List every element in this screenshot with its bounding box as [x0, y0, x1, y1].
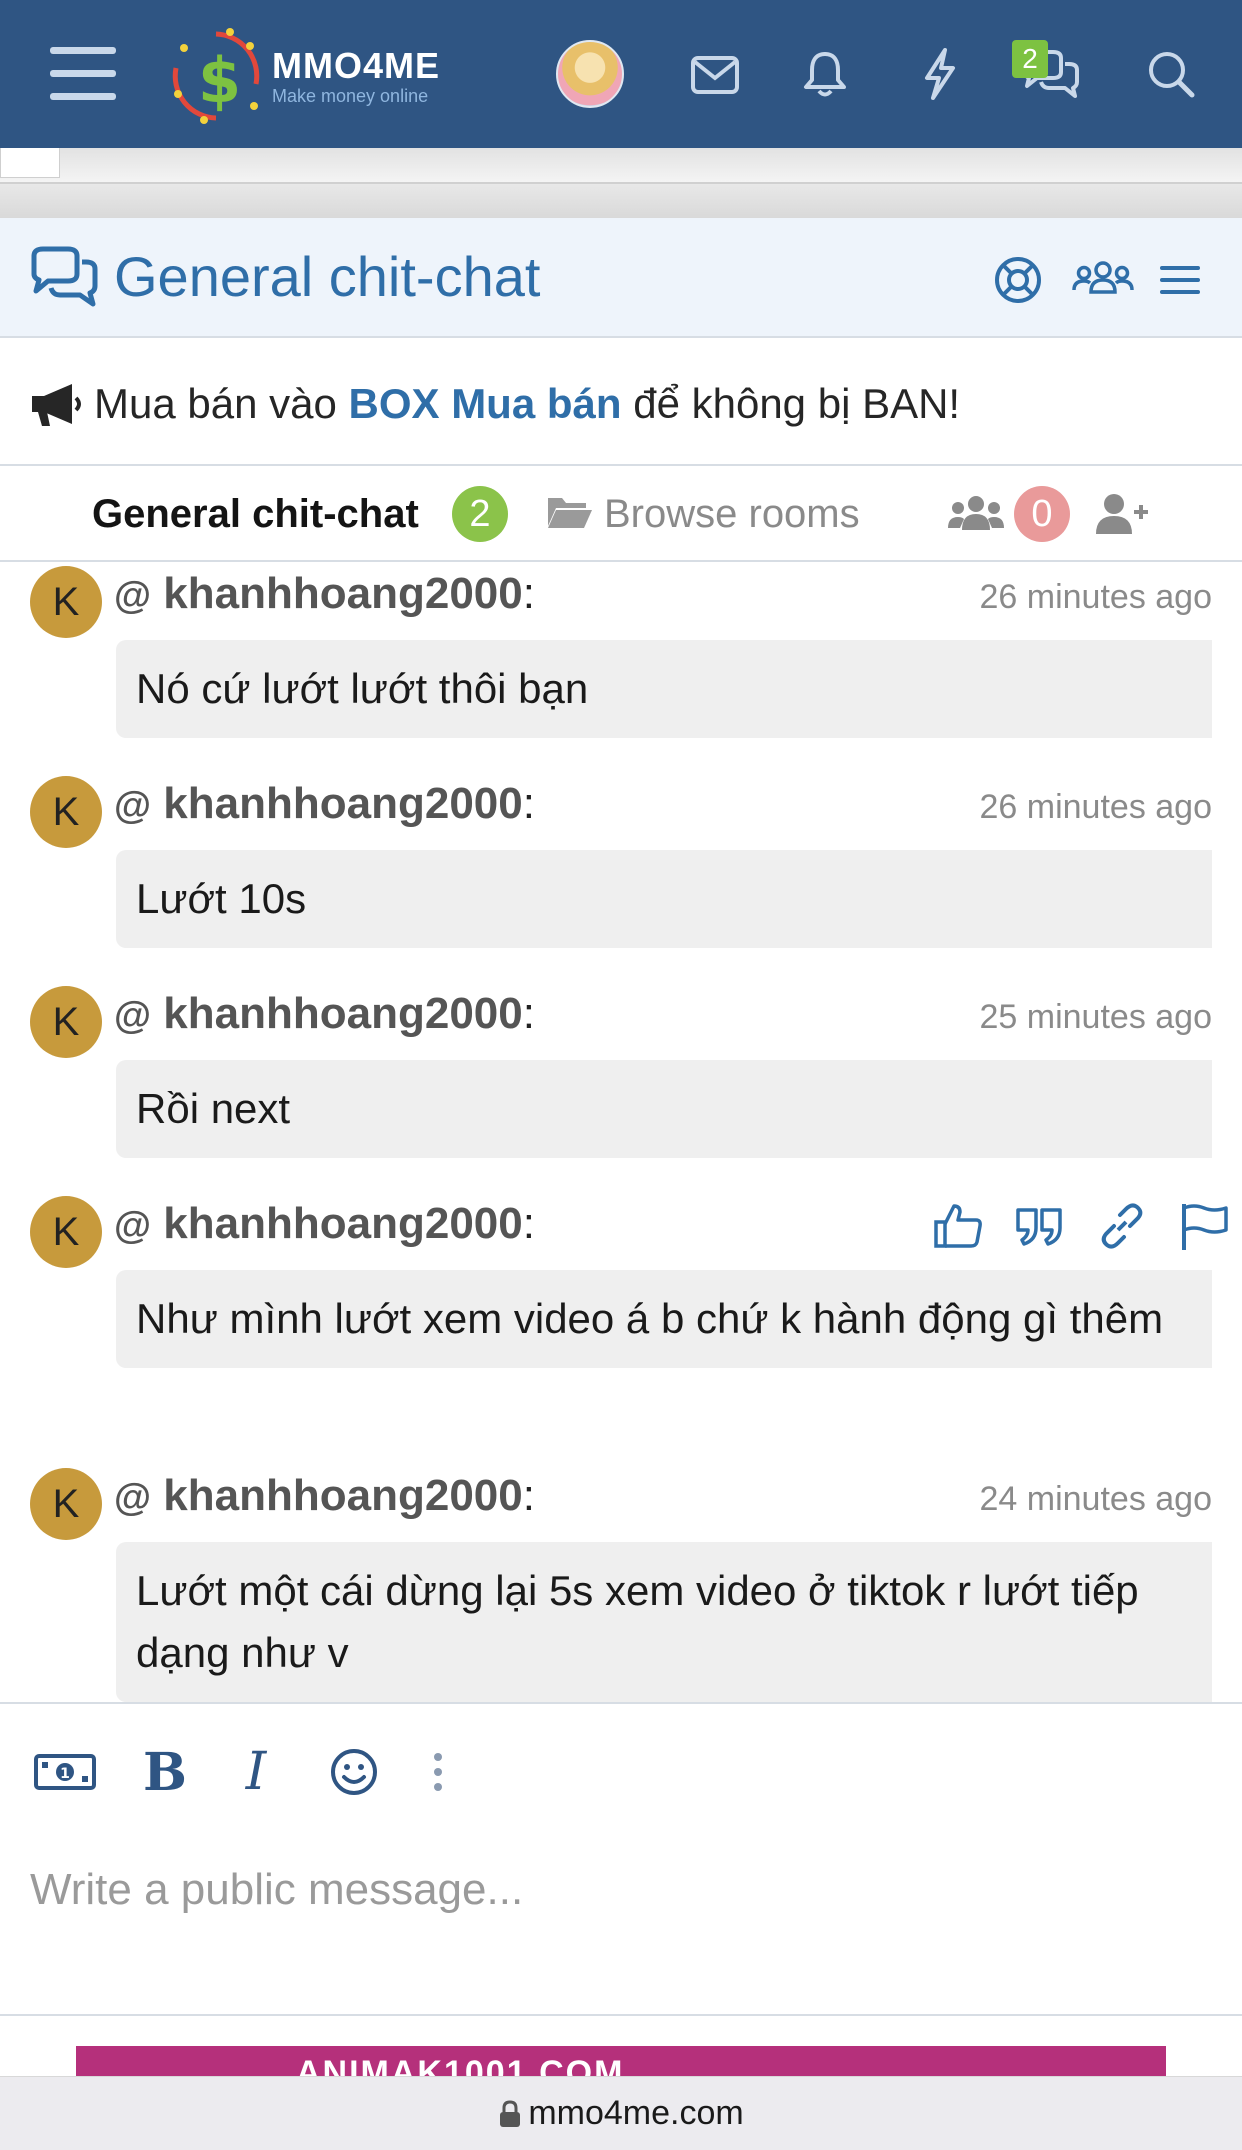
message-author: @ khanhhoang2000: — [114, 1196, 535, 1254]
emoji-smile-icon[interactable] — [326, 1740, 382, 1804]
browser-url-bar[interactable]: mmo4me.com — [0, 2076, 1242, 2150]
message-actions — [932, 1200, 1230, 1252]
avatar[interactable]: K — [30, 566, 102, 638]
username[interactable]: khanhhoang2000 — [163, 1471, 522, 1520]
message-time: 26 minutes ago — [979, 578, 1213, 616]
online-users-icon[interactable] — [948, 490, 1004, 540]
message-input[interactable] — [30, 1830, 1210, 1950]
user-avatar[interactable] — [556, 40, 624, 108]
colon: : — [522, 989, 535, 1038]
username[interactable]: khanhhoang2000 — [163, 779, 522, 828]
folder-open-icon — [546, 494, 594, 535]
colon: : — [522, 1471, 535, 1520]
avatar[interactable]: K — [30, 776, 102, 848]
lightning-bolt-icon[interactable] — [905, 38, 975, 110]
username[interactable]: khanhhoang2000 — [163, 1199, 522, 1248]
breadcrumb-strip — [0, 184, 1242, 218]
logo-name: MMO4ME — [272, 45, 440, 86]
hamburger-menu-icon[interactable] — [40, 36, 126, 112]
room-count-badge: 2 — [452, 486, 508, 542]
colon: : — [522, 1199, 535, 1248]
conversations-count-badge: 2 — [1012, 40, 1048, 78]
logo-tagline: Make money online — [272, 86, 429, 106]
chat-room-tabs: General chit-chat 2 Browse rooms 0 — [0, 468, 1242, 562]
online-users-count-badge: 0 — [1014, 486, 1070, 542]
menu-icon[interactable] — [1158, 252, 1202, 308]
avatar[interactable]: K — [30, 1196, 102, 1268]
secondary-nav-tab[interactable] — [0, 148, 60, 178]
mention-at[interactable]: @ — [114, 995, 151, 1037]
message-author: @ khanhhoang2000: — [114, 776, 535, 834]
svg-text:1: 1 — [60, 1766, 70, 1782]
bold-button[interactable]: B — [140, 1740, 190, 1804]
notice-banner: Mua bán vào BOX Mua bán để không bị BAN! — [0, 340, 1242, 466]
composer-bottom-divider — [0, 2014, 1242, 2016]
megaphone-icon — [28, 380, 84, 430]
notice-prefix: Mua bán vào — [94, 380, 349, 427]
mention-at[interactable]: @ — [114, 575, 151, 617]
message-author: @ khanhhoang2000: — [114, 1468, 535, 1526]
chat-icon — [28, 246, 100, 310]
message-bubble: Nó cứ lướt lướt thôi bạn — [116, 640, 1212, 738]
search-icon[interactable] — [1136, 38, 1206, 110]
top-navigation-bar: $ MMO4ME Make money online 2 — [0, 0, 1242, 148]
page-title: General chit-chat — [114, 245, 541, 308]
avatar[interactable]: K — [30, 986, 102, 1058]
message-author: @ khanhhoang2000: — [114, 566, 535, 624]
message-bubble: Lướt 10s — [116, 850, 1212, 948]
colon: : — [522, 779, 535, 828]
username[interactable]: khanhhoang2000 — [163, 989, 522, 1038]
message-time: 26 minutes ago — [979, 788, 1213, 826]
notice-suffix: để không bị BAN! — [621, 380, 961, 427]
message-list: K @ khanhhoang2000: 26 minutes ago Nó cứ… — [0, 564, 1242, 1704]
quote-icon[interactable] — [1014, 1200, 1066, 1252]
editor-toolbar: 1 B I — [0, 1740, 1242, 1804]
colon: : — [522, 569, 535, 618]
mention-at[interactable]: @ — [114, 785, 151, 827]
url-domain: mmo4me.com — [528, 2094, 744, 2132]
help-lifebuoy-icon[interactable] — [990, 252, 1046, 308]
avatar[interactable]: K — [30, 1468, 102, 1540]
more-options-icon[interactable] — [426, 1740, 450, 1804]
message-author: @ khanhhoang2000: — [114, 986, 535, 1044]
money-bill-icon[interactable]: 1 — [34, 1740, 96, 1804]
message-time: 25 minutes ago — [979, 998, 1213, 1036]
secondary-nav-strip — [0, 148, 1242, 184]
message-time: 24 minutes ago — [979, 1480, 1213, 1518]
logo-dollar-icon: $ — [164, 24, 268, 128]
chat-section-header: General chit-chat — [0, 218, 1242, 338]
notice-text: Mua bán vào BOX Mua bán để không bị BAN! — [94, 376, 960, 432]
mention-at[interactable]: @ — [114, 1205, 151, 1247]
message-bubble: Như mình lướt xem video á b chứ k hành đ… — [116, 1270, 1212, 1368]
italic-button[interactable]: I — [236, 1740, 276, 1804]
tab-browse-rooms[interactable]: Browse rooms — [546, 488, 860, 540]
message-bubble: Lướt một cái dừng lại 5s xem video ở tik… — [116, 1542, 1212, 1702]
lock-icon — [498, 2099, 522, 2128]
browse-rooms-label: Browse rooms — [604, 492, 860, 536]
ad-banner[interactable]: ANIMAK1001.COM — [76, 2046, 1166, 2076]
ad-text: ANIMAK1001.COM — [296, 2054, 625, 2076]
message-bubble: Rồi next — [116, 1060, 1212, 1158]
notice-box-link[interactable]: BOX Mua bán — [349, 380, 622, 427]
add-user-icon[interactable] — [1094, 490, 1150, 540]
link-icon[interactable] — [1096, 1200, 1148, 1252]
username[interactable]: khanhhoang2000 — [163, 569, 522, 618]
composer-divider — [0, 1702, 1242, 1704]
like-thumbs-up-icon[interactable] — [932, 1200, 984, 1252]
tab-general-chit-chat[interactable]: General chit-chat — [92, 488, 419, 540]
report-flag-icon[interactable] — [1178, 1200, 1230, 1252]
mail-icon[interactable] — [680, 40, 750, 110]
bell-icon[interactable] — [790, 38, 860, 110]
members-icon[interactable] — [1072, 252, 1134, 308]
site-logo[interactable]: $ MMO4ME Make money online — [164, 24, 464, 128]
mention-at[interactable]: @ — [114, 1477, 151, 1519]
